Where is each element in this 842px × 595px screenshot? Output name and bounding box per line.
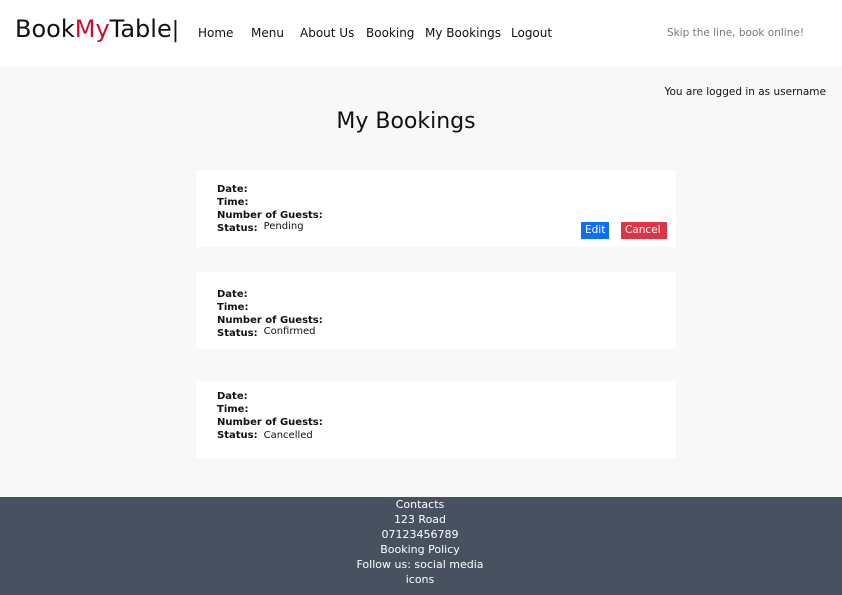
booking-date: Date: <box>217 288 254 301</box>
guests-label: Number of Guests: <box>217 210 323 221</box>
nav-home[interactable]: Home <box>198 25 233 41</box>
nav-my-bookings[interactable]: My Bookings <box>425 25 501 41</box>
time-label: Time: <box>217 404 249 415</box>
status-value: Cancelled <box>263 430 313 441</box>
brand-part-table: Table <box>109 15 172 43</box>
footer-social: Follow us: social media icons <box>356 558 484 586</box>
footer-contacts: Contacts <box>395 498 445 511</box>
footer: Contacts 123 Road 07123456789 Booking Po… <box>0 497 842 595</box>
navbar: BookMyTable| Home Menu About Us Booking … <box>0 0 842 67</box>
booking-date: Date: <box>217 183 254 196</box>
booking-status: Status: Pending <box>217 221 304 235</box>
booking-status: Status: Cancelled <box>217 429 313 442</box>
footer-phone: 07123456789 <box>381 528 459 541</box>
cancel-button[interactable]: Cancel <box>621 222 667 239</box>
time-label: Time: <box>217 302 249 313</box>
status-value: Pending <box>263 221 304 232</box>
nav-menu[interactable]: Menu <box>251 25 284 41</box>
nav-about-us[interactable]: About Us <box>300 25 354 41</box>
guests-label: Number of Guests: <box>217 417 323 428</box>
booking-time: Time: <box>217 403 254 416</box>
booking-time: Time: <box>217 301 254 314</box>
footer-content: Contacts 123 Road 07123456789 Booking Po… <box>346 497 494 587</box>
brand-cursor: | <box>171 18 180 43</box>
status-label: Status: <box>217 430 258 441</box>
booking-date: Date: <box>217 390 254 403</box>
date-label: Date: <box>217 391 248 402</box>
status-value: Confirmed <box>263 326 316 337</box>
booking-time: Time: <box>217 196 254 209</box>
page-title: My Bookings <box>336 109 476 134</box>
status-label: Status: <box>217 223 258 234</box>
nav-booking[interactable]: Booking <box>366 25 414 41</box>
date-label: Date: <box>217 289 248 300</box>
brand-logo[interactable]: BookMyTable| <box>15 14 179 46</box>
booking-status: Status: Confirmed <box>217 326 316 340</box>
brand-part-book: Book <box>15 15 75 43</box>
date-label: Date: <box>217 184 248 195</box>
booking-card: Date: Time: Number of Guests: Status: Con… <box>196 272 676 349</box>
edit-button[interactable]: Edit <box>581 222 610 239</box>
tagline: Skip the line, book online! <box>667 27 805 39</box>
status-label: Status: <box>217 328 258 339</box>
brand-part-my: My <box>74 15 110 43</box>
footer-booking-policy[interactable]: Booking Policy <box>346 542 494 557</box>
login-status: You are logged in as username <box>664 86 826 98</box>
nav-logout[interactable]: Logout <box>511 25 552 41</box>
time-label: Time: <box>217 197 249 208</box>
guests-label: Number of Guests: <box>217 315 323 326</box>
booking-card: Date: Time: Number of Guests: Status: Can… <box>196 381 676 458</box>
footer-address: 123 Road <box>393 513 447 526</box>
booking-card: Date: Time: Number of Guests: Status: Pen… <box>196 170 676 247</box>
booking-guests: Number of Guests: <box>217 416 329 429</box>
